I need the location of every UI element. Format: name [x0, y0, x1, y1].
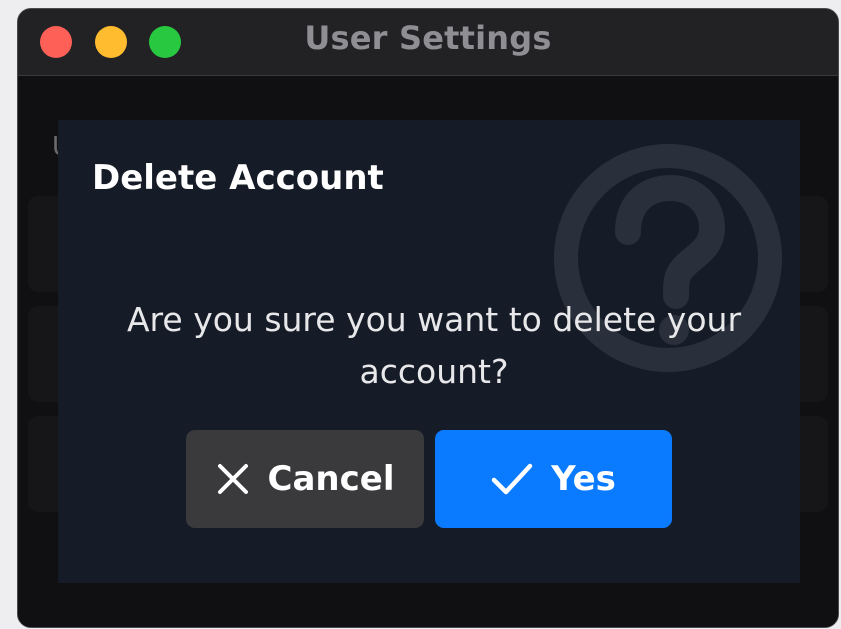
delete-account-dialog: Delete Account Are you sure you want to …: [58, 120, 800, 583]
window-title: User Settings: [304, 19, 552, 57]
dialog-message: Are you sure you want to delete your acc…: [126, 300, 742, 391]
cancel-button[interactable]: Cancel: [186, 430, 424, 528]
title-bar: User Settings: [18, 9, 838, 76]
yes-button[interactable]: Yes: [435, 430, 672, 528]
yes-button-label: Yes: [551, 459, 616, 499]
checkmark-icon: [491, 463, 533, 495]
x-icon: [217, 464, 248, 494]
cancel-button-label: Cancel: [267, 459, 395, 499]
dialog-title: Delete Account: [92, 158, 384, 198]
